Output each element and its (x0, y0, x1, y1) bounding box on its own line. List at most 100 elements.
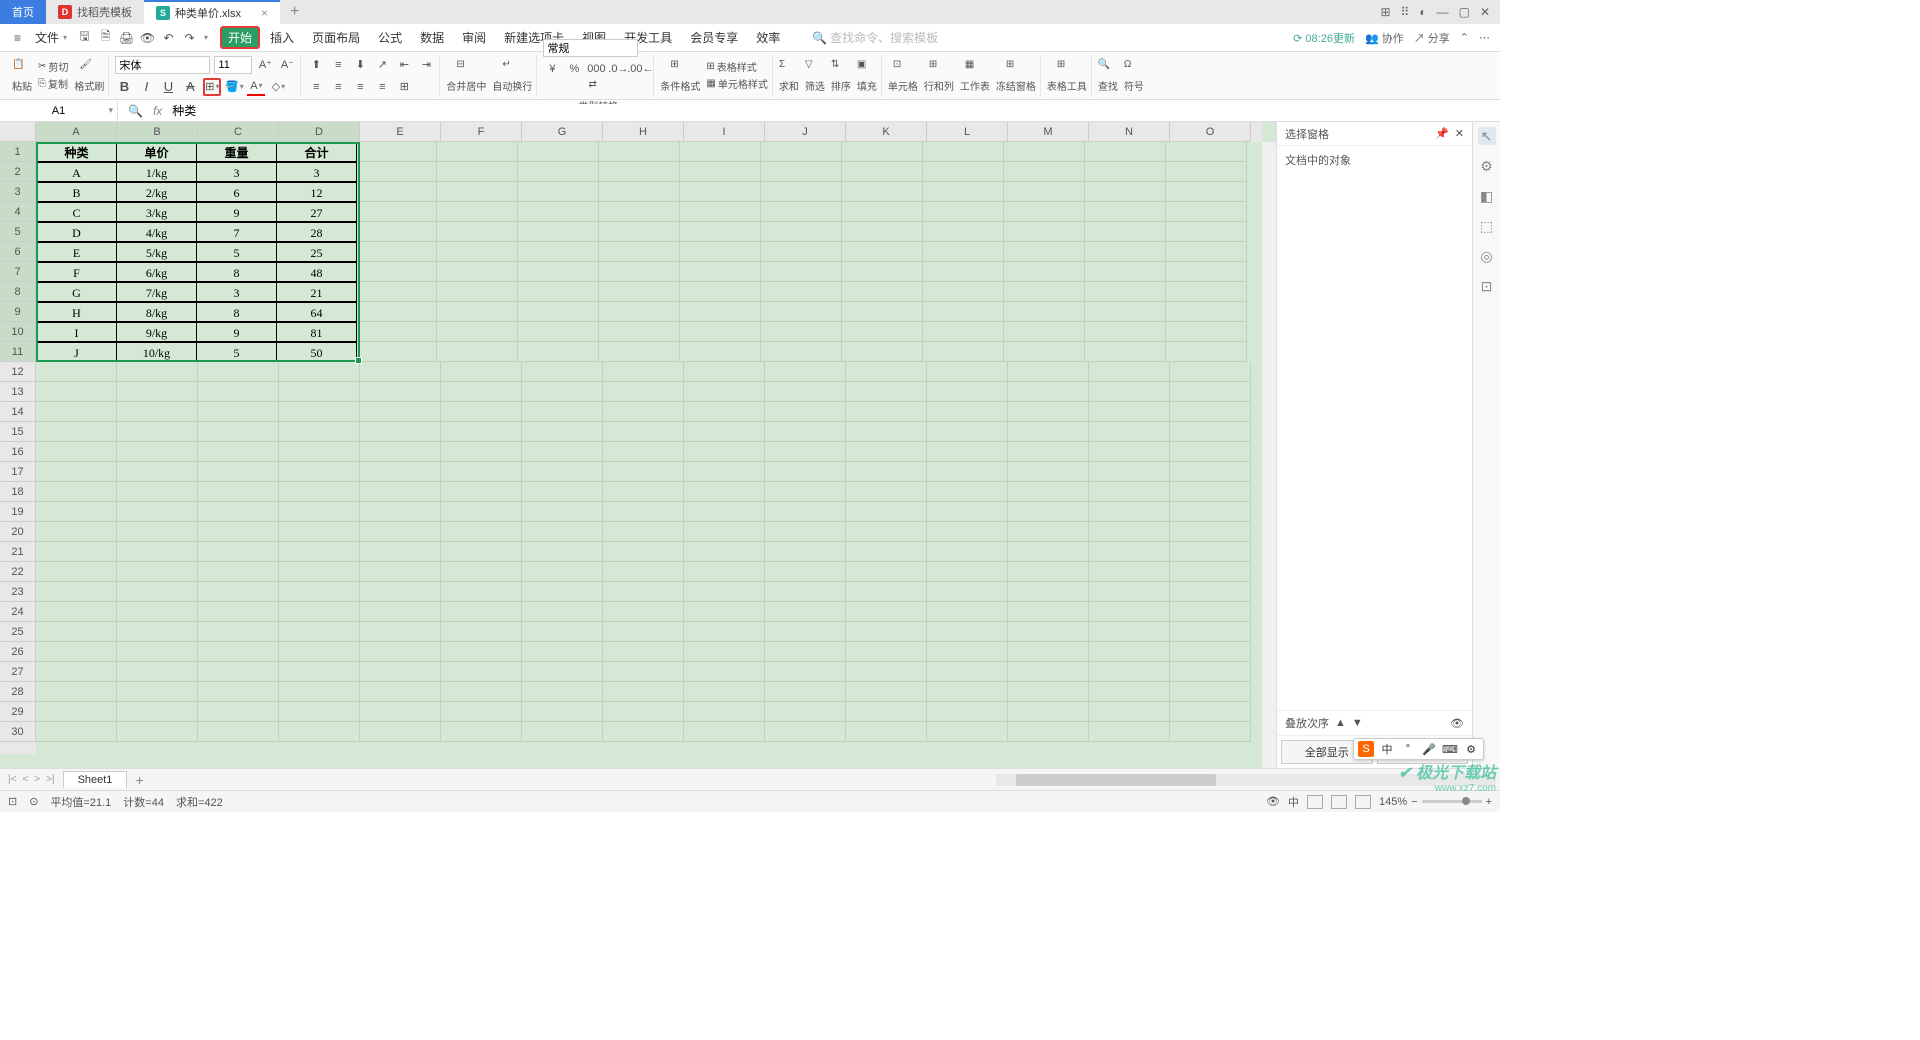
cell-E30[interactable] (360, 722, 441, 742)
cell-C20[interactable] (198, 522, 279, 542)
cell-B29[interactable] (117, 702, 198, 722)
move-up-icon[interactable]: ▲ (1335, 717, 1346, 729)
cell-L17[interactable] (927, 462, 1008, 482)
col-header-L[interactable]: L (927, 122, 1008, 142)
user-icon[interactable]: ◐ (1419, 5, 1426, 19)
cell-O29[interactable] (1170, 702, 1251, 722)
col-header-A[interactable]: A (36, 122, 117, 142)
cell-K30[interactable] (846, 722, 927, 742)
cell-A20[interactable] (36, 522, 117, 542)
cell-L1[interactable] (923, 142, 1004, 162)
cell-G22[interactable] (522, 562, 603, 582)
cell-K19[interactable] (846, 502, 927, 522)
col-header-K[interactable]: K (846, 122, 927, 142)
cell-E8[interactable] (356, 282, 437, 302)
cell-E26[interactable] (360, 642, 441, 662)
cell-E14[interactable] (360, 402, 441, 422)
cell-I16[interactable] (684, 442, 765, 462)
cell-J14[interactable] (765, 402, 846, 422)
cell-M5[interactable] (1004, 222, 1085, 242)
cell-G16[interactable] (522, 442, 603, 462)
cell-H1[interactable] (599, 142, 680, 162)
col-header-J[interactable]: J (765, 122, 846, 142)
cell-M21[interactable] (1008, 542, 1089, 562)
cell-K7[interactable] (842, 262, 923, 282)
cell-O24[interactable] (1170, 602, 1251, 622)
cell-N11[interactable] (1085, 342, 1166, 362)
cell-E6[interactable] (356, 242, 437, 262)
cell-H30[interactable] (603, 722, 684, 742)
cell-I24[interactable] (684, 602, 765, 622)
cell-N10[interactable] (1085, 322, 1166, 342)
decrease-font-icon[interactable]: A⁻ (278, 56, 296, 74)
tab-insert[interactable]: 插入 (262, 26, 302, 49)
row-header-6[interactable]: 6 (0, 242, 36, 262)
menu-icon[interactable]: ≡ (10, 30, 25, 45)
cell-I17[interactable] (684, 462, 765, 482)
cell-G7[interactable] (518, 262, 599, 282)
cond-format-button[interactable]: ⊞条件格式 (660, 59, 700, 93)
cell-H29[interactable] (603, 702, 684, 722)
cell-G9[interactable] (518, 302, 599, 322)
cell-M2[interactable] (1004, 162, 1085, 182)
cell-G13[interactable] (522, 382, 603, 402)
cell-G1[interactable] (518, 142, 599, 162)
cell-G24[interactable] (522, 602, 603, 622)
cell-B9[interactable]: 8/kg (116, 302, 197, 322)
cell-B15[interactable] (117, 422, 198, 442)
cell-K9[interactable] (842, 302, 923, 322)
copy-button[interactable]: ⎘ 复制 (38, 76, 68, 91)
cell-H9[interactable] (599, 302, 680, 322)
cell-C26[interactable] (198, 642, 279, 662)
cell-A6[interactable]: E (36, 242, 117, 262)
row-header-16[interactable]: 16 (0, 442, 36, 462)
add-sheet-button[interactable]: + (127, 772, 151, 788)
cell-O15[interactable] (1170, 422, 1251, 442)
underline-button[interactable]: U (159, 78, 177, 96)
cell-K28[interactable] (846, 682, 927, 702)
cell-F15[interactable] (441, 422, 522, 442)
cell-I4[interactable] (680, 202, 761, 222)
cell-D14[interactable] (279, 402, 360, 422)
cell-D8[interactable]: 21 (276, 282, 357, 302)
cell-C3[interactable]: 6 (196, 182, 277, 202)
cell-B10[interactable]: 9/kg (116, 322, 197, 342)
col-header-G[interactable]: G (522, 122, 603, 142)
table-tools-button[interactable]: ⊞表格工具 (1047, 59, 1087, 93)
tab-template[interactable]: D 找稻壳模板 (46, 0, 144, 24)
orientation-icon[interactable]: ↗ (373, 56, 391, 74)
cell-F5[interactable] (437, 222, 518, 242)
inc-decimal-icon[interactable]: .0→ (609, 60, 627, 78)
row-header-26[interactable]: 26 (0, 642, 36, 662)
cell-F16[interactable] (441, 442, 522, 462)
cell-H25[interactable] (603, 622, 684, 642)
cell-H24[interactable] (603, 602, 684, 622)
cell-M15[interactable] (1008, 422, 1089, 442)
strike-button[interactable]: A (181, 78, 199, 96)
cell-H2[interactable] (599, 162, 680, 182)
sheet-first-icon[interactable]: |< (6, 774, 18, 785)
cell-F17[interactable] (441, 462, 522, 482)
cell-N14[interactable] (1089, 402, 1170, 422)
cell-M4[interactable] (1004, 202, 1085, 222)
cell-L30[interactable] (927, 722, 1008, 742)
cell-B6[interactable]: 5/kg (116, 242, 197, 262)
font-select[interactable] (115, 56, 210, 74)
cell-D9[interactable]: 64 (276, 302, 357, 322)
cell-I29[interactable] (684, 702, 765, 722)
cell-O19[interactable] (1170, 502, 1251, 522)
cell-H6[interactable] (599, 242, 680, 262)
cell-B4[interactable]: 3/kg (116, 202, 197, 222)
cell-F28[interactable] (441, 682, 522, 702)
cell-L21[interactable] (927, 542, 1008, 562)
print-icon[interactable]: 🖨 (119, 30, 134, 45)
cell-M19[interactable] (1008, 502, 1089, 522)
qat-dropdown[interactable]: ▾ (204, 33, 208, 42)
cell-C12[interactable] (198, 362, 279, 382)
cell-F22[interactable] (441, 562, 522, 582)
col-header-H[interactable]: H (603, 122, 684, 142)
cell-O26[interactable] (1170, 642, 1251, 662)
row-header-24[interactable]: 24 (0, 602, 36, 622)
wrap-text-button[interactable]: ↵自动换行 (492, 59, 532, 93)
cell-A3[interactable]: B (36, 182, 117, 202)
